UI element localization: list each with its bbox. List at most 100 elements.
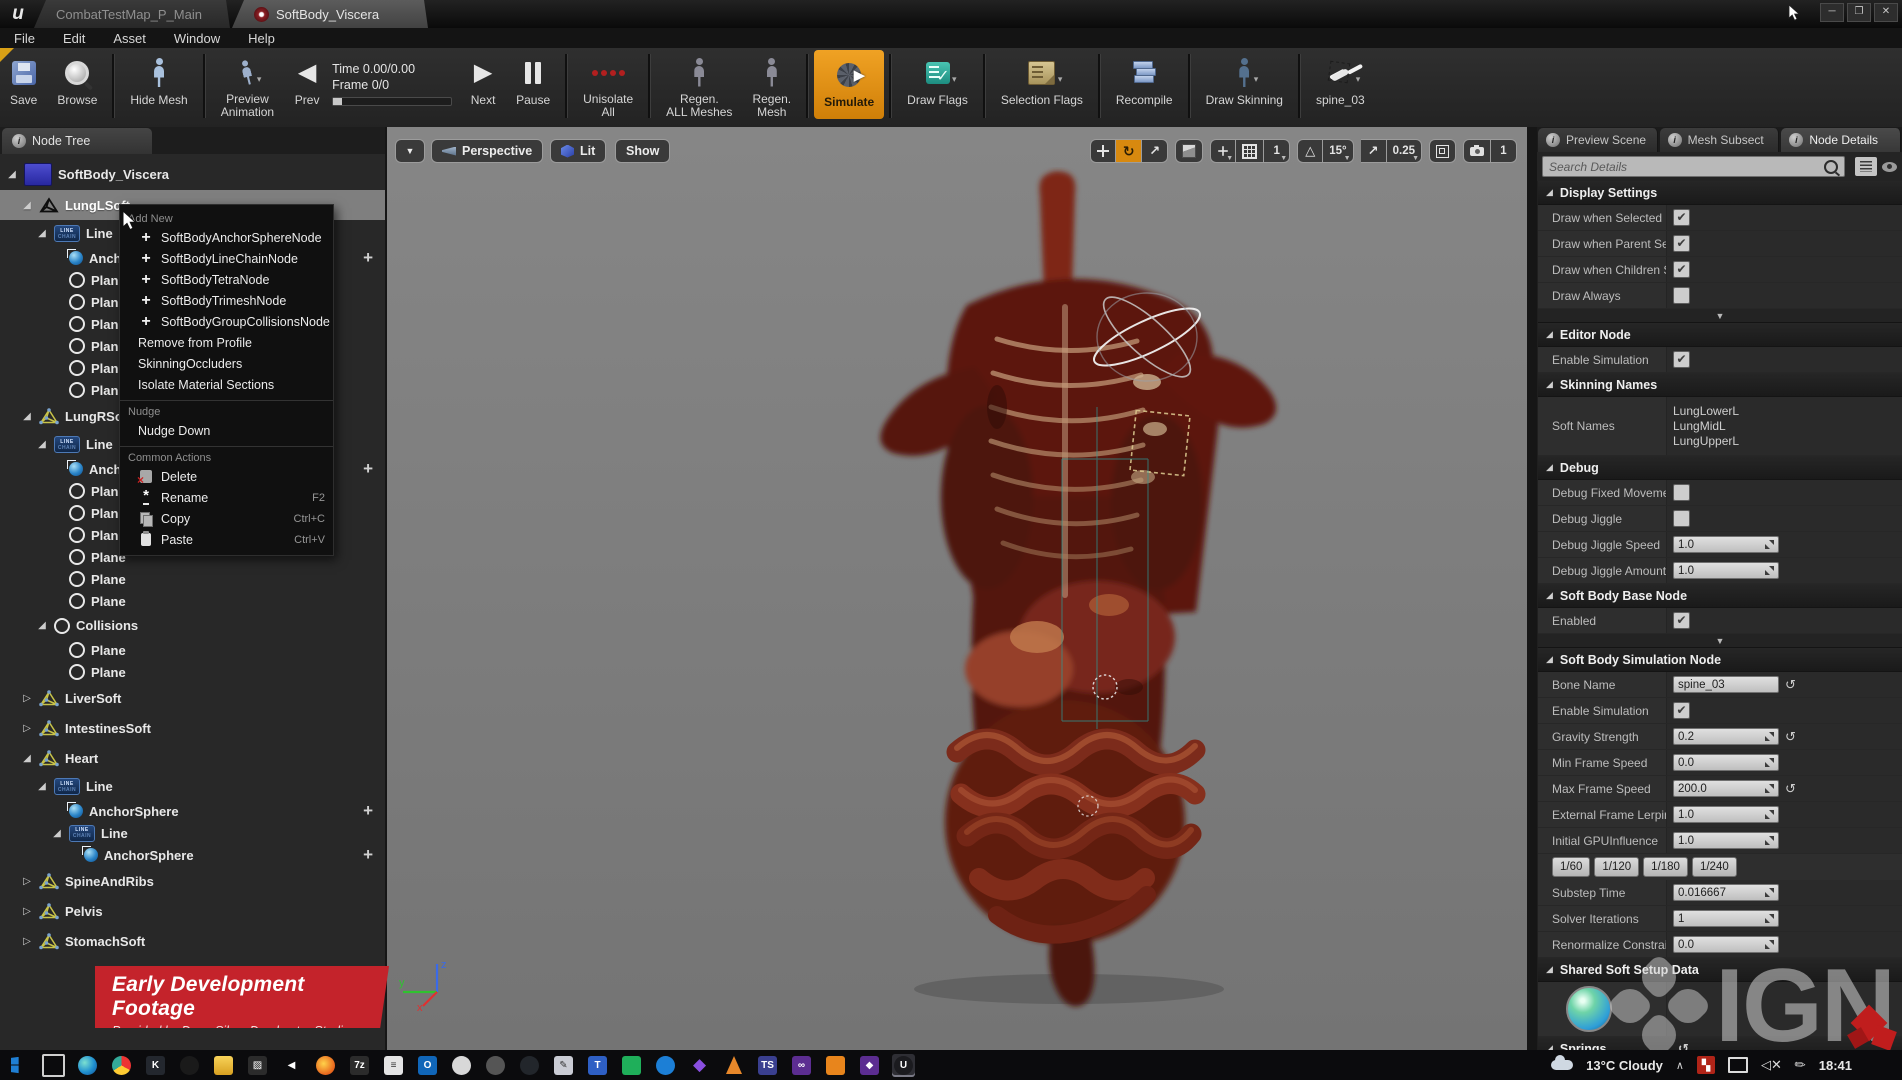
menu-edit[interactable]: Edit	[49, 31, 99, 46]
expand-arrow-icon[interactable]: ◢	[36, 620, 48, 631]
expand-arrow-icon[interactable]: ◢	[21, 411, 33, 422]
menu-item-softbodygroupcollisionsnode[interactable]: +SoftBodyGroupCollisionsNode	[120, 311, 333, 332]
rotate-tool[interactable]: ↻	[1116, 139, 1142, 163]
minimize-button[interactable]: ─	[1820, 3, 1844, 22]
unisolate-all-button[interactable]: Unisolate All	[573, 48, 643, 119]
tree-row-softbody-viscera[interactable]: ◢SoftBody_Viscera	[0, 158, 385, 190]
reset-icon[interactable]: ↺	[1785, 730, 1796, 743]
fps-button-1-120[interactable]: 1/120	[1594, 857, 1639, 877]
reset-icon[interactable]: ↺	[1785, 782, 1796, 795]
expand-arrow-icon[interactable]: ◢	[51, 828, 63, 839]
tree-row-plane[interactable]: Plane	[0, 590, 385, 612]
taskbar-paint[interactable]: ✎	[552, 1054, 575, 1077]
expand-arrow-icon[interactable]: ◢	[36, 228, 48, 239]
tree-row-line[interactable]: ◢LINECHAINLine	[0, 822, 385, 844]
expand-arrow-icon[interactable]: ▷	[21, 723, 33, 734]
checkbox-checked[interactable]: ✔	[1673, 351, 1690, 368]
viewport-options-button[interactable]: ▼	[395, 139, 425, 163]
taskbar-firefox[interactable]	[314, 1054, 337, 1077]
input-field[interactable]: 0.016667	[1673, 884, 1779, 901]
search-input[interactable]	[1542, 156, 1845, 177]
coord-system[interactable]	[1175, 139, 1203, 163]
regen-all-meshes-button[interactable]: Regen. ALL Meshes	[656, 48, 742, 119]
drag-handle-icon[interactable]	[1765, 540, 1774, 549]
drag-handle-icon[interactable]	[1765, 566, 1774, 575]
next-button[interactable]: ▶Next	[460, 48, 506, 119]
section-header-soft-body-simulation-node[interactable]: ◢Soft Body Simulation Node	[1538, 648, 1902, 672]
close-button[interactable]: ✕	[1874, 3, 1898, 22]
taskbar-outlook[interactable]: O	[416, 1054, 439, 1077]
rotation-snap[interactable]: △	[1297, 139, 1323, 163]
pause-button[interactable]: Pause	[506, 48, 560, 119]
menu-item-copy[interactable]: CopyCtrl+C	[120, 508, 333, 529]
tree-row-plane[interactable]: Plane	[0, 661, 385, 683]
taskbar-app-orange[interactable]	[824, 1054, 847, 1077]
tree-row-spineandribs[interactable]: ▷SpineAndRibs	[0, 866, 385, 896]
menu-item-softbodylinechainnode[interactable]: +SoftBodyLineChainNode	[120, 248, 333, 269]
taskbar-volume-mixer[interactable]: ◀	[280, 1054, 303, 1077]
taskbar-app-green[interactable]	[620, 1054, 643, 1077]
drag-handle-icon[interactable]	[1765, 836, 1774, 845]
taskbar-app-ring[interactable]	[484, 1054, 507, 1077]
input-field[interactable]: 200.0	[1673, 780, 1779, 797]
recompile-button[interactable]: Recompile	[1106, 48, 1183, 119]
camera-speed[interactable]	[1463, 139, 1491, 163]
input-field[interactable]: 0.0	[1673, 754, 1779, 771]
menu-asset[interactable]: Asset	[99, 31, 160, 46]
checkbox[interactable]	[1673, 510, 1690, 527]
drag-handle-icon[interactable]	[1765, 914, 1774, 923]
menu-item-paste[interactable]: PasteCtrl+V	[120, 529, 333, 550]
taskbar-7zip[interactable]: 7z	[348, 1054, 371, 1077]
taskbar-teams[interactable]: T	[586, 1054, 609, 1077]
menu-item-nudge-down[interactable]: Nudge Down	[120, 420, 333, 441]
tree-row-plane[interactable]: Plane	[0, 568, 385, 590]
taskbar-vs-community[interactable]: ∞	[790, 1054, 813, 1077]
node-tree-tab[interactable]: i Node Tree	[2, 128, 152, 154]
spine-03-button[interactable]: ▾spine_03	[1306, 48, 1375, 119]
timeline-slider[interactable]	[332, 97, 452, 106]
menu-window[interactable]: Window	[160, 31, 234, 46]
checkbox-checked[interactable]: ✔	[1673, 702, 1690, 719]
expand-arrow-icon[interactable]: ◢	[21, 753, 33, 764]
show-button[interactable]: Show	[615, 139, 670, 163]
drag-handle-icon[interactable]	[1765, 810, 1774, 819]
menu-item-remove-from-profile[interactable]: Remove from Profile	[120, 332, 333, 353]
menu-item-softbodytetranode[interactable]: +SoftBodyTetraNode	[120, 269, 333, 290]
menu-help[interactable]: Help	[234, 31, 289, 46]
menu-file[interactable]: File	[0, 31, 49, 46]
section-header-soft-body-base-node[interactable]: ◢Soft Body Base Node	[1538, 584, 1902, 608]
drag-handle-icon[interactable]	[1765, 784, 1774, 793]
checkbox-checked[interactable]: ✔	[1673, 612, 1690, 629]
regen-mesh-button[interactable]: Regen. Mesh	[742, 48, 801, 119]
taskbar-task-view[interactable]	[42, 1054, 65, 1077]
draw-flags-button[interactable]: ▾Draw Flags	[897, 48, 978, 119]
scale-snap-value[interactable]: 0.25▼	[1387, 139, 1422, 163]
prev-button[interactable]: ◀Prev	[284, 48, 330, 119]
surface-snap[interactable]: ▼	[1210, 139, 1236, 163]
grid-snap[interactable]	[1236, 139, 1264, 163]
lit-button[interactable]: Lit	[550, 139, 606, 163]
window-tab-combattestmap-p-main[interactable]: CombatTestMap_P_Main	[34, 0, 230, 28]
section-header-debug[interactable]: ◢Debug	[1538, 456, 1902, 480]
pen-icon[interactable]: ✎	[1791, 1055, 1810, 1074]
taskbar-edge[interactable]	[76, 1054, 99, 1077]
tray-chevron-icon[interactable]: ∧	[1676, 1059, 1684, 1072]
expand-arrow-icon[interactable]: ◢	[21, 200, 33, 211]
add-node-button[interactable]: +	[363, 845, 373, 865]
input-field[interactable]: 0.0	[1673, 936, 1779, 953]
menu-item-softbodyanchorspherenode[interactable]: +SoftBodyAnchorSphereNode	[120, 227, 333, 248]
add-node-button[interactable]: +	[363, 801, 373, 821]
tree-row-line[interactable]: ◢LINECHAINLine	[0, 773, 385, 800]
expand-arrow-icon[interactable]: ▷	[21, 693, 33, 704]
menu-item-rename[interactable]: *RenameF2	[120, 487, 333, 508]
drag-handle-icon[interactable]	[1765, 758, 1774, 767]
input-field[interactable]: 1.0	[1673, 806, 1779, 823]
section-header-display-settings[interactable]: ◢Display Settings	[1538, 181, 1902, 205]
taskbar-visual-studio[interactable]: ◆	[858, 1054, 881, 1077]
maximize-button[interactable]: ❐	[1847, 3, 1871, 22]
taskbar-opera-gx[interactable]	[178, 1054, 201, 1077]
menu-item-softbodytrimeshnode[interactable]: +SoftBodyTrimeshNode	[120, 290, 333, 311]
taskbar-notepad[interactable]: ≡	[382, 1054, 405, 1077]
move-tool[interactable]	[1090, 139, 1116, 163]
details-tab-mesh-subsect[interactable]: iMesh Subsect	[1660, 128, 1780, 152]
